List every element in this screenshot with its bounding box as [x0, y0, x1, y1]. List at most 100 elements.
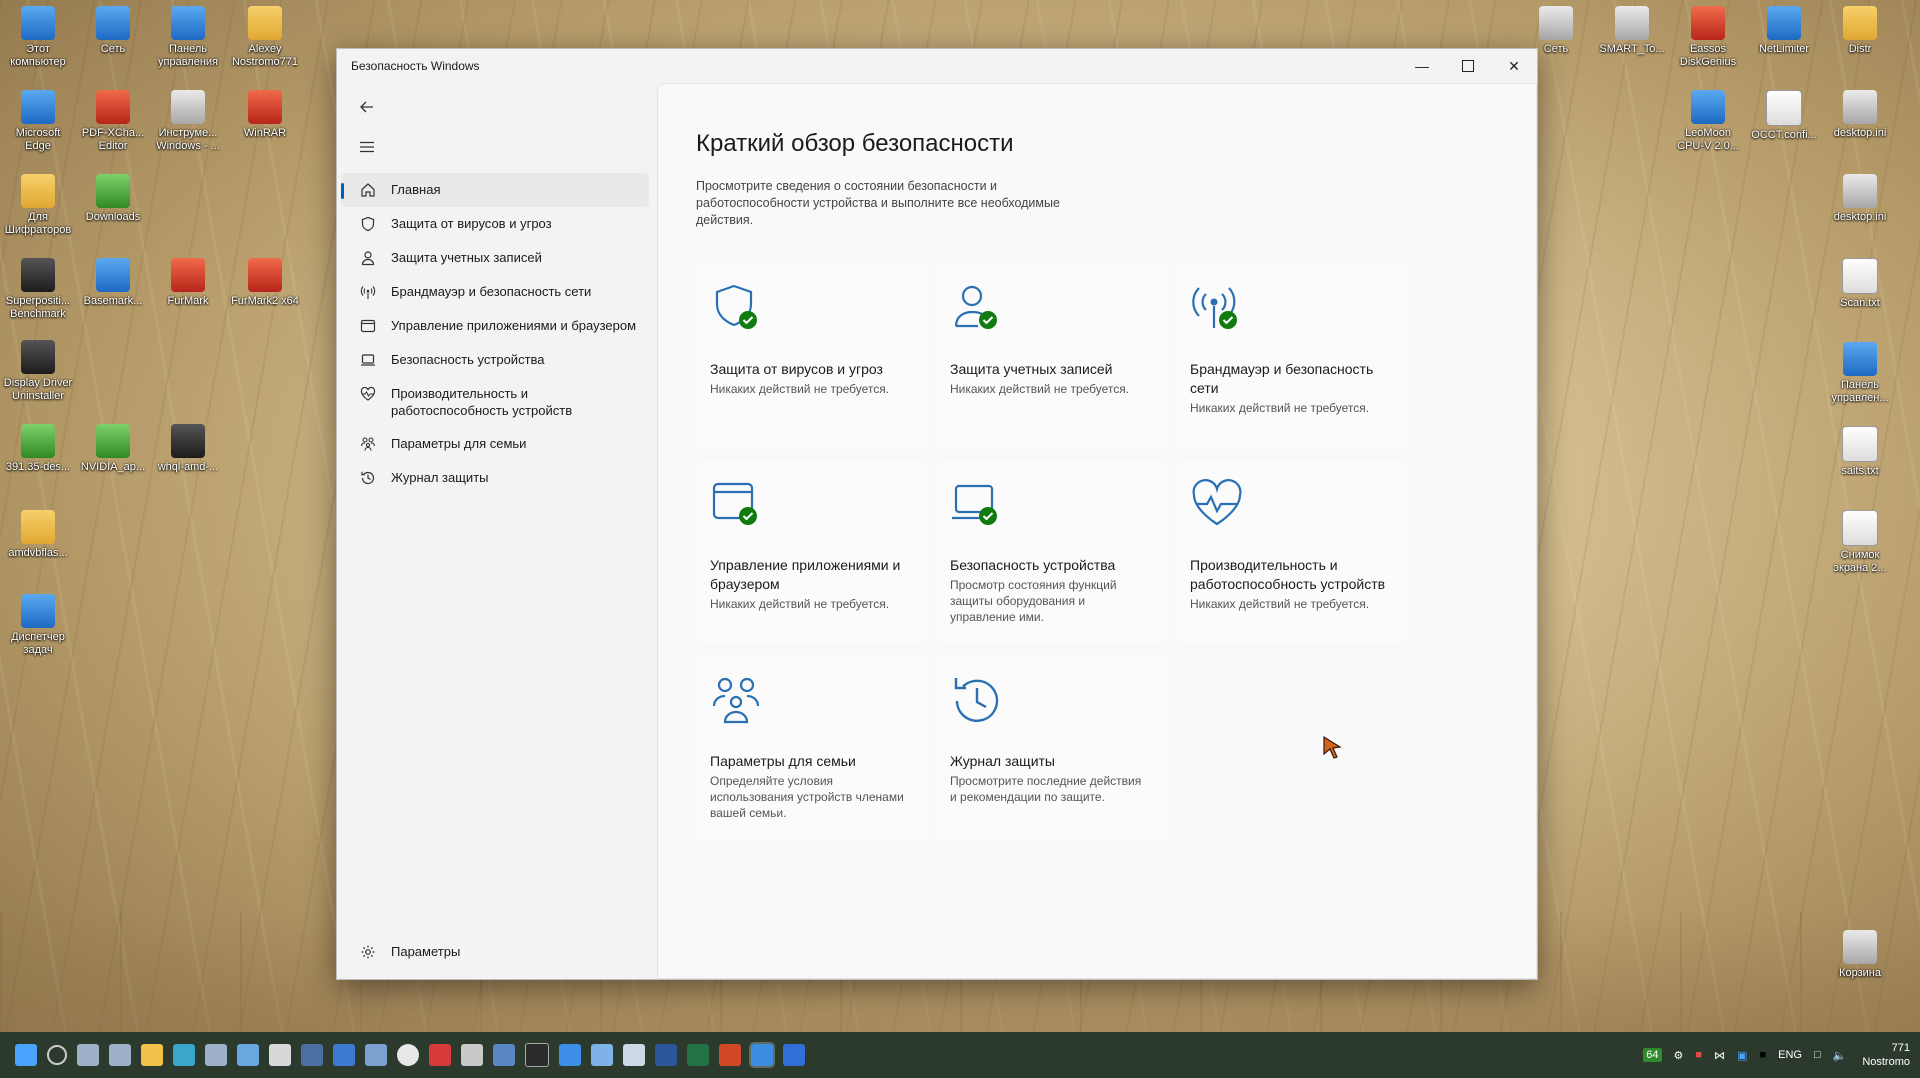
desktop-icon-ddu[interactable]: Display Driver Uninstaller: [2, 340, 74, 403]
control-panel-icon[interactable]: [365, 1044, 387, 1066]
folder-icon: [248, 6, 282, 40]
nav-item-account-protection[interactable]: Защита учетных записей: [341, 241, 649, 275]
nav-item-home[interactable]: Главная: [341, 173, 649, 207]
desktop-icon-network[interactable]: Сеть: [77, 6, 149, 56]
photos-icon[interactable]: [237, 1044, 259, 1066]
desktop-icon-downloads[interactable]: Downloads: [77, 174, 149, 224]
desktop-icon-smart-tool[interactable]: SMART_To...: [1596, 6, 1668, 56]
search-icon[interactable]: [47, 1045, 67, 1065]
desktop-icon-screenshot[interactable]: Снимок экрана 2...: [1824, 510, 1896, 575]
title-bar[interactable]: Безопасность Windows — ✕: [337, 49, 1537, 83]
app-icon[interactable]: [493, 1044, 515, 1066]
file-icon: [1766, 90, 1802, 126]
desktop-icon-amdvbflash[interactable]: amdvbflas...: [2, 510, 74, 560]
desktop-icon-user-folder[interactable]: Alexey Nostromo771: [229, 6, 301, 69]
app-icon[interactable]: [623, 1044, 645, 1066]
paint-icon[interactable]: [269, 1044, 291, 1066]
desktop-icon-task-manager[interactable]: Диспетчер задач: [2, 594, 74, 657]
netlimiter-icon[interactable]: [783, 1044, 805, 1066]
store-icon[interactable]: [205, 1044, 227, 1066]
nav-item-protection-history[interactable]: Журнал защиты: [341, 461, 649, 495]
tray-badge[interactable]: 64: [1643, 1048, 1662, 1062]
tray-gear-icon[interactable]: ⚙: [1674, 1049, 1684, 1062]
close-button[interactable]: ✕: [1491, 49, 1537, 83]
app-icon[interactable]: [591, 1044, 613, 1066]
desktop-icon-nvidia-app[interactable]: NVIDIA_ap...: [77, 424, 149, 474]
card-family-options[interactable]: Параметры для семьи Определяйте условия и…: [696, 656, 926, 840]
bluetooth-icon[interactable]: ⋈: [1714, 1049, 1725, 1062]
desktop-icon-scan-txt[interactable]: Scan.txt: [1824, 258, 1896, 310]
windows-security-taskbar-icon[interactable]: [749, 1042, 775, 1068]
card-device-security[interactable]: Безопасность устройства Просмотр состояни…: [936, 460, 1166, 644]
widgets-icon[interactable]: [109, 1044, 131, 1066]
card-description: Никаких действий не требуется.: [1190, 401, 1370, 415]
settings-file-icon: [1843, 90, 1877, 124]
nav-item-settings[interactable]: Параметры: [341, 935, 649, 969]
desktop-icon-windows-tools[interactable]: Инструме... Windows - ...: [152, 90, 224, 153]
settings-icon[interactable]: [301, 1044, 323, 1066]
pdf-icon[interactable]: [429, 1044, 451, 1066]
desktop-icon-diskgenius[interactable]: Eassos DiskGenius: [1672, 6, 1744, 69]
desktop-icon-nvidia-driver[interactable]: 391.35-des...: [2, 424, 74, 474]
menu-toggle-button[interactable]: [351, 131, 383, 163]
pdf-icon: [96, 90, 130, 124]
terminal-icon[interactable]: [525, 1043, 549, 1067]
desktop-icon-control-panel-right[interactable]: Панель управлен...: [1824, 342, 1896, 405]
desktop-icon-netlimiter[interactable]: NetLimiter: [1748, 6, 1820, 56]
edge-icon[interactable]: [173, 1044, 195, 1066]
chrome-icon[interactable]: [397, 1044, 419, 1066]
card-protection-history[interactable]: Журнал защиты Просмотрите последние дейст…: [936, 656, 1166, 840]
desktop-icon-saits-txt[interactable]: saits.txt: [1824, 426, 1896, 478]
start-icon[interactable]: [15, 1044, 37, 1066]
nav-item-app-browser-control[interactable]: Управление приложениями и браузером: [341, 309, 649, 343]
display-icon[interactable]: □: [1814, 1049, 1821, 1061]
desktop-icon-desktop-ini-2[interactable]: desktop.ini: [1824, 174, 1896, 224]
desktop-icon-winrar[interactable]: WinRAR: [229, 90, 301, 140]
card-device-performance[interactable]: Производительность и работоспособность у…: [1176, 460, 1406, 644]
card-virus-protection[interactable]: Защита от вирусов и угроз Никаких действи…: [696, 264, 926, 448]
nav-item-device-security[interactable]: Безопасность устройства: [341, 343, 649, 377]
nav-item-family-options[interactable]: Параметры для семьи: [341, 427, 649, 461]
desktop-icon-basemark[interactable]: Basemark...: [77, 258, 149, 308]
clock[interactable]: 771 Nostromo: [1862, 1041, 1910, 1069]
tray-app-icon[interactable]: ■: [1695, 1049, 1702, 1061]
desktop-icon-furmark2[interactable]: FurMark2 x64: [229, 258, 301, 308]
card-app-browser-control[interactable]: Управление приложениями и браузером Никак…: [696, 460, 926, 644]
volume-icon[interactable]: 🔈: [1833, 1049, 1847, 1062]
excel-icon[interactable]: [687, 1044, 709, 1066]
app-icon[interactable]: [559, 1044, 581, 1066]
tray-black-icon[interactable]: ■: [1759, 1049, 1766, 1061]
nav-item-virus-protection[interactable]: Защита от вирусов и угроз: [341, 207, 649, 241]
desktop-icon-superposition[interactable]: Superpositi... Benchmark: [2, 258, 74, 321]
notepad-icon[interactable]: [461, 1044, 483, 1066]
nav-item-firewall[interactable]: Брандмауэр и безопасность сети: [341, 275, 649, 309]
desktop-icon-occt-config[interactable]: OCCT.confi...: [1748, 90, 1820, 142]
task-view-icon[interactable]: [77, 1044, 99, 1066]
desktop-icon-amd-driver[interactable]: whql-amd-...: [152, 424, 224, 474]
desktop-icon-recycle-bin[interactable]: Корзина: [1824, 930, 1896, 980]
language-indicator[interactable]: ENG: [1778, 1049, 1802, 1061]
desktop-icon-desktop-ini[interactable]: desktop.ini: [1824, 90, 1896, 140]
desktop-icon-furmark[interactable]: FurMark: [152, 258, 224, 308]
powerpoint-icon[interactable]: [719, 1044, 741, 1066]
desktop-icon-control-panel[interactable]: Панель управления: [152, 6, 224, 69]
desktop-icon-encryptors-folder[interactable]: Для Шифраторов: [2, 174, 74, 237]
desktop-icon-pdf-xchange[interactable]: PDF-XCha... Editor: [77, 90, 149, 153]
nav-item-device-performance[interactable]: Производительность и работоспособность у…: [341, 377, 649, 427]
file-explorer-icon[interactable]: [141, 1044, 163, 1066]
word-icon[interactable]: [655, 1044, 677, 1066]
netlimiter-tray-icon[interactable]: ▣: [1737, 1049, 1747, 1062]
card-account-protection[interactable]: Защита учетных записей Никаких действий н…: [936, 264, 1166, 448]
app-icon[interactable]: [333, 1044, 355, 1066]
desktop-icon-edge[interactable]: Microsoft Edge: [2, 90, 74, 153]
card-title: Защита от вирусов и угроз: [710, 361, 883, 377]
desktop-icon-this-pc[interactable]: Этот компьютер: [2, 6, 74, 69]
maximize-button[interactable]: [1445, 49, 1491, 83]
desktop-icon-leomoon[interactable]: LeoMoon CPU-V 2.0...: [1672, 90, 1744, 153]
back-button[interactable]: [351, 91, 383, 123]
furmark-icon: [171, 258, 205, 292]
card-firewall[interactable]: Брандмауэр и безопасность сети Никаких де…: [1176, 264, 1406, 448]
taskbar: 64 ⚙ ■ ⋈ ▣ ■ ENG □ 🔈 771 Nostromo: [0, 1032, 1920, 1078]
desktop-icon-distr[interactable]: Distr: [1824, 6, 1896, 56]
minimize-button[interactable]: —: [1399, 49, 1445, 83]
